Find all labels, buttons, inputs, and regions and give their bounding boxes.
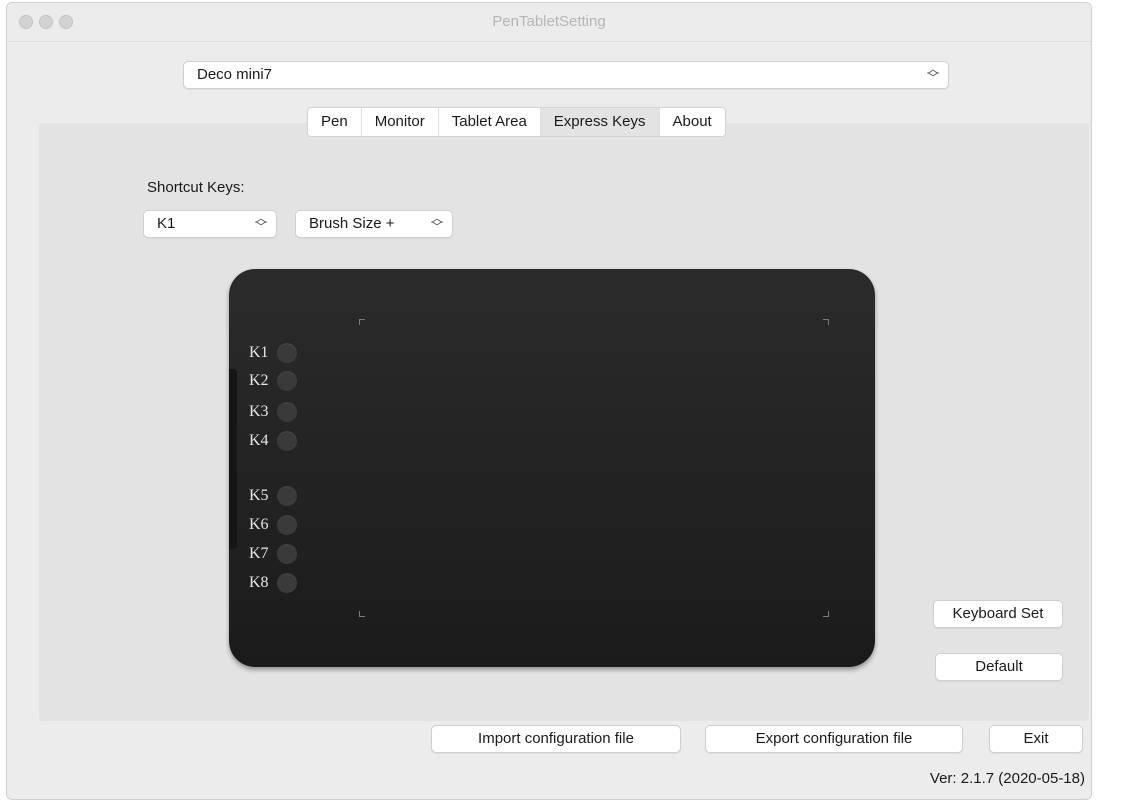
active-area-corner <box>359 611 365 617</box>
tab-about[interactable]: About <box>660 108 725 136</box>
express-key-button[interactable] <box>277 573 297 593</box>
tablet-illustration: K1 K2 K3 K4 K5 K6 K7 K8 <box>229 269 875 667</box>
express-key-k8[interactable]: K8 <box>249 571 297 595</box>
import-config-button[interactable]: Import configuration file <box>431 725 681 753</box>
express-key-label: K8 <box>249 574 269 591</box>
exit-button[interactable]: Exit <box>989 725 1083 753</box>
express-key-button[interactable] <box>277 486 297 506</box>
device-select[interactable]: Deco mini7 ︿ ﹀ <box>183 61 949 89</box>
tab-bar: Pen Monitor Tablet Area Express Keys Abo… <box>307 107 726 137</box>
up-down-chevron-icon: ︿ ﹀ <box>926 62 939 85</box>
key-select-value: K1 <box>157 215 176 232</box>
action-select-value: Brush Size + <box>309 215 395 232</box>
express-key-k1[interactable]: K1 <box>249 341 297 365</box>
title-bar: PenTabletSetting <box>7 3 1091 42</box>
tab-tablet-area[interactable]: Tablet Area <box>439 108 541 136</box>
action-select[interactable]: Brush Size + ︿ ﹀ <box>295 210 453 238</box>
up-down-chevron-icon: ︿ ﹀ <box>254 211 267 234</box>
tablet-edge <box>229 369 237 549</box>
app-window: PenTabletSetting Deco mini7 ︿ ﹀ Pen Monit… <box>6 2 1092 800</box>
express-key-button[interactable] <box>277 431 297 451</box>
active-area-corner <box>823 611 829 617</box>
express-key-k2[interactable]: K2 <box>249 369 297 393</box>
express-key-button[interactable] <box>277 544 297 564</box>
tab-express-keys[interactable]: Express Keys <box>540 108 660 136</box>
express-key-label: K2 <box>249 372 269 389</box>
express-key-k7[interactable]: K7 <box>249 542 297 566</box>
express-key-button[interactable] <box>277 371 297 391</box>
express-key-k5[interactable]: K5 <box>249 484 297 508</box>
express-key-k4[interactable]: K4 <box>249 429 297 453</box>
express-key-k6[interactable]: K6 <box>249 513 297 537</box>
device-select-value: Deco mini7 <box>197 66 273 83</box>
export-config-button[interactable]: Export configuration file <box>705 725 963 753</box>
express-key-label: K4 <box>249 432 269 449</box>
tab-monitor[interactable]: Monitor <box>362 108 439 136</box>
up-down-chevron-icon: ︿ ﹀ <box>430 211 443 234</box>
active-area-corner <box>823 319 829 325</box>
express-key-button[interactable] <box>277 343 297 363</box>
express-key-label: K7 <box>249 545 269 562</box>
express-key-label: K6 <box>249 516 269 533</box>
tab-pen[interactable]: Pen <box>308 108 362 136</box>
active-area-corner <box>359 319 365 325</box>
shortcut-keys-label: Shortcut Keys: <box>147 179 245 196</box>
express-key-label: K3 <box>249 403 269 420</box>
express-key-label: K5 <box>249 487 269 504</box>
key-select[interactable]: K1 ︿ ﹀ <box>143 210 277 238</box>
keyboard-set-button[interactable]: Keyboard Set <box>933 600 1063 628</box>
window-title: PenTabletSetting <box>492 13 606 30</box>
express-key-k3[interactable]: K3 <box>249 400 297 424</box>
express-key-button[interactable] <box>277 402 297 422</box>
express-key-button[interactable] <box>277 515 297 535</box>
version-label: Ver: 2.1.7 (2020-05-18) <box>929 770 1085 787</box>
express-key-label: K1 <box>249 344 269 361</box>
default-button[interactable]: Default <box>935 653 1063 681</box>
